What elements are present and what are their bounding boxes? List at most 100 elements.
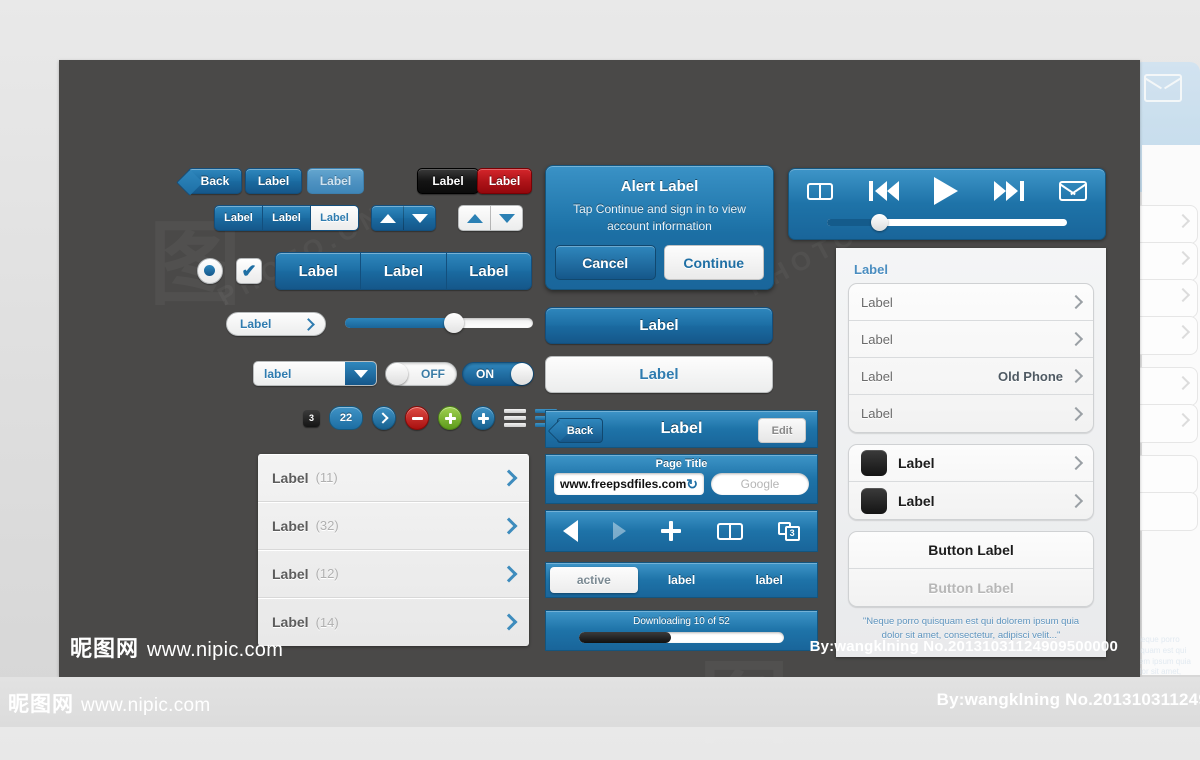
group-button[interactable]: Button Label [849,532,1093,569]
cancel-button[interactable]: Cancel [555,245,656,280]
large-segment-item[interactable]: Label [276,253,362,289]
stepper-blue[interactable] [371,205,436,231]
primary-button[interactable]: Label [245,168,302,194]
chevron-right-icon [1068,368,1084,384]
back-button[interactable]: Back [188,168,242,194]
media-player [788,168,1106,240]
address-input[interactable]: www.freepsdfiles.com ↻ [554,473,704,495]
settings-row[interactable]: Label [849,284,1093,321]
down-triangle-icon [411,213,428,223]
mail-icon[interactable] [1059,181,1087,201]
slider-knob[interactable] [444,313,464,333]
list-item-label: Label [272,614,309,630]
pill-label: Label [240,317,272,331]
pages-icon[interactable]: 3 [777,521,800,541]
back-triangle-icon[interactable] [563,520,579,542]
disabled-button[interactable]: Label [307,168,364,194]
search-input[interactable]: Google [711,473,809,495]
chevron-right-icon [1175,250,1191,266]
blue-badge: 22 [329,406,363,430]
media-player-controls [789,169,1105,205]
tab-item[interactable]: label [638,567,726,593]
switch-knob[interactable] [511,363,533,385]
continue-button[interactable]: Continue [663,245,764,280]
navigation-bar: Back Label Edit [545,410,818,448]
switch-knob[interactable] [386,363,408,385]
plus-icon[interactable] [660,520,682,542]
large-segment-item[interactable]: Label [447,253,531,289]
previous-track-icon[interactable] [868,181,899,201]
chevron-right-icon [1068,406,1084,421]
tab-item[interactable]: label [725,567,813,593]
segment-item[interactable]: Label [263,206,311,230]
navbar-edit-label: Edit [771,424,793,437]
list-item-label: Label [272,565,309,582]
reload-icon[interactable]: ↻ [686,476,698,493]
up-triangle-icon [466,213,483,223]
switch-on[interactable]: ON [462,362,534,386]
stepper-up-button[interactable] [459,206,491,230]
plus-circle-icon-blue[interactable] [471,406,495,430]
disabled-button-label: Label [319,174,352,188]
pill-button[interactable]: Label [226,312,326,336]
list-item[interactable]: Label (32) [258,502,529,550]
danger-button[interactable]: Label [477,168,532,194]
segment-item[interactable]: Label [215,206,263,230]
large-segment-label: Label [469,262,509,280]
media-progress-knob[interactable] [871,214,888,231]
checkbox-checked[interactable]: ✔ [236,258,262,284]
stepper-up-button[interactable] [372,206,404,230]
large-segment-item[interactable]: Label [361,253,447,289]
stepper-down-button[interactable] [491,206,522,230]
app-row[interactable]: Label [849,482,1093,519]
play-icon[interactable] [934,177,958,205]
list-item[interactable]: Label (11) [258,454,529,502]
page-title: Page Title [655,458,708,470]
brand-watermark: 昵图网 www.nipic.com [70,631,283,663]
settings-row[interactable]: Label Old Phone [849,358,1093,395]
brand-cn-name: 昵图网 [70,636,140,661]
book-icon[interactable] [717,522,744,540]
slider[interactable] [345,313,533,333]
list-lines-icon-gray[interactable] [504,409,526,427]
stepper-down-button[interactable] [404,206,435,230]
stepper-white[interactable] [458,205,523,231]
settings-row-label: Label [861,368,893,384]
list-item[interactable]: Label (12) [258,550,529,598]
chevron-right-icon [1175,213,1191,229]
switch-off[interactable]: OFF [385,362,457,386]
plus-circle-icon-green[interactable] [438,406,462,430]
chevron-right-icon[interactable] [372,406,396,430]
forward-triangle-icon[interactable] [612,522,626,540]
segment-item-active[interactable]: Label [311,206,358,230]
chevron-right-icon [1175,324,1191,340]
large-segmented-control[interactable]: Label Label Label [275,252,532,290]
author-credit: By:wangklning No.20131031124909500000 [809,638,1118,655]
segment-label: Label [224,212,253,224]
settings-row[interactable]: Label [849,395,1093,432]
settings-row[interactable]: Label [849,321,1093,358]
list-item[interactable]: Label (14) [258,598,529,646]
app-row[interactable]: Label [849,445,1093,482]
chevron-right-icon [1068,294,1084,310]
next-track-icon[interactable] [993,181,1024,201]
select-dropdown[interactable]: label [253,361,377,386]
back-button-label: Back [200,174,230,188]
book-icon[interactable] [807,182,833,200]
group-button-disabled[interactable]: Button Label [849,569,1093,606]
radio-button-checked[interactable] [197,258,223,284]
tab-active[interactable]: active [550,567,638,593]
wide-primary-button[interactable]: Label [545,307,773,344]
navbar-edit-button[interactable]: Edit [758,418,806,443]
segmented-control[interactable]: Label Label Label [214,205,359,231]
settings-row-label: Label [861,294,893,310]
wide-secondary-button[interactable]: Label [545,356,773,393]
minus-circle-icon[interactable] [405,406,429,430]
dark-button[interactable]: Label [417,168,479,194]
select-value: label [264,366,292,381]
wide-primary-button-label: Label [639,317,679,334]
media-progress-track[interactable] [827,214,1067,231]
chevron-down-icon[interactable] [345,362,376,385]
app-row-label: Label [898,492,935,509]
